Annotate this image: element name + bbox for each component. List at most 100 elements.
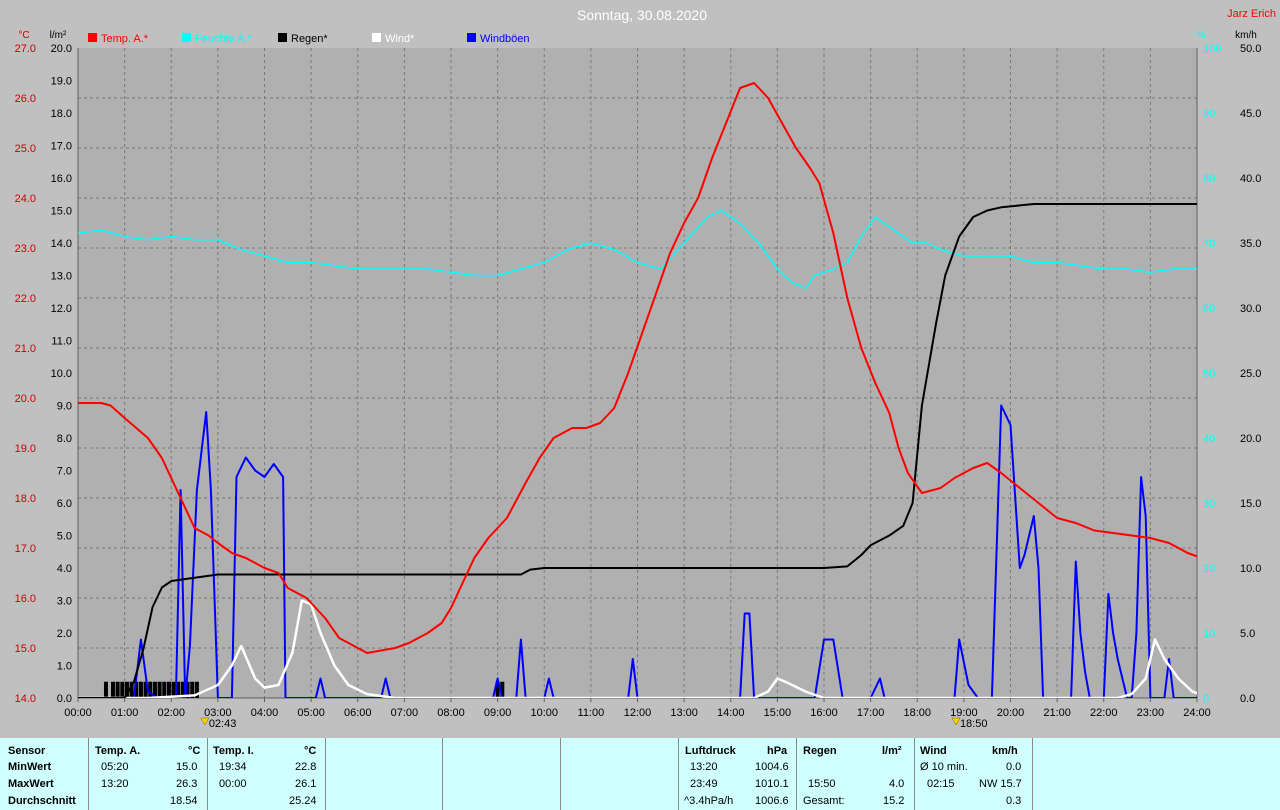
wind-tick-label: 15.0: [1240, 498, 1261, 510]
temp-i-min-value: 22.8: [295, 761, 317, 773]
wind-tick-label: 5.0: [1240, 628, 1255, 640]
legend-swatch: [88, 33, 97, 42]
time-marker-label: 18:50: [960, 718, 988, 730]
rain-tick-label: 4.0: [57, 563, 72, 575]
temp-tick-label: 17.0: [15, 543, 36, 555]
station-name: Jarz Erich: [1227, 8, 1276, 20]
rain-tick-label: 6.0: [57, 498, 72, 510]
rain-tick-label: 0.0: [57, 693, 72, 705]
time-tick-label: 13:00: [670, 707, 698, 719]
wind-tick-label: 40.0: [1240, 173, 1261, 185]
header-pressure: Luftdruck: [685, 745, 736, 757]
temp-tick-label: 16.0: [15, 593, 36, 605]
legend-swatch: [182, 33, 191, 42]
rain-tick-label: 12.0: [51, 303, 72, 315]
header-rain-unit: l/m²: [882, 745, 902, 757]
table-divider: [1032, 738, 1033, 810]
rain-bar: [120, 681, 125, 698]
temp-tick-label: 15.0: [15, 643, 36, 655]
header-pressure-unit: hPa: [767, 745, 788, 757]
table-divider: [796, 738, 797, 810]
temp-tick-label: 14.0: [15, 693, 36, 705]
rain-tick-label: 14.0: [51, 238, 72, 250]
rain-tick-label: 3.0: [57, 596, 72, 608]
row-label-avg: Durchschnitt: [8, 795, 76, 807]
rain-bar: [115, 681, 120, 698]
temp-a-min-time: 05:20: [101, 761, 129, 773]
table-divider: [325, 738, 326, 810]
temp-tick-label: 27.0: [15, 43, 36, 55]
temp-tick-label: 21.0: [15, 343, 36, 355]
pressure-min-time: 13:20: [690, 761, 718, 773]
rain-total: 15.2: [883, 795, 905, 807]
rain-total-label: Gesamt:: [803, 795, 845, 807]
hum-tick-label: 60: [1203, 303, 1215, 315]
rain-tick-label: 5.0: [57, 531, 72, 543]
pressure-min-value: 1004.6: [755, 761, 789, 773]
table-divider: [442, 738, 443, 810]
header-temp-i: Temp. I.: [213, 745, 254, 757]
time-tick-label: 17:00: [857, 707, 885, 719]
table-divider: [560, 738, 561, 810]
header-temp-i-unit: °C: [304, 745, 317, 757]
chart-title: Sonntag, 30.08.2020: [577, 7, 707, 23]
wind-tick-label: 50.0: [1240, 43, 1261, 55]
legend-label: Feuchte A.*: [195, 33, 253, 45]
rain-tick-label: 17.0: [51, 141, 72, 153]
temp-tick-label: 22.0: [15, 293, 36, 305]
rain-bar: [103, 681, 108, 698]
time-tick-label: 01:00: [111, 707, 139, 719]
temp-tick-label: 19.0: [15, 443, 36, 455]
rain-bar: [110, 681, 115, 698]
legend-label: Regen*: [291, 33, 328, 45]
wind-tick-label: 10.0: [1240, 563, 1261, 575]
time-tick-label: 09:00: [484, 707, 512, 719]
time-tick-label: 08:00: [437, 707, 465, 719]
temp-tick-label: 24.0: [15, 193, 36, 205]
hum-tick-label: 0: [1203, 693, 1209, 705]
wind-tick-label: 20.0: [1240, 433, 1261, 445]
temp-tick-label: 26.0: [15, 93, 36, 105]
stats-table: Sensor MinWert MaxWert Durchschnitt Temp…: [0, 738, 1280, 810]
temp-a-min-value: 15.0: [176, 761, 198, 773]
wind-tick-label: 30.0: [1240, 303, 1261, 315]
wind-tick-label: 35.0: [1240, 238, 1261, 250]
temp-i-max-time: 00:00: [219, 778, 247, 790]
rain-tick-label: 16.0: [51, 173, 72, 185]
temp-tick-label: 25.0: [15, 143, 36, 155]
time-tick-label: 07:00: [391, 707, 419, 719]
wind-axis-unit: km/h: [1235, 30, 1257, 41]
time-marker-label: 02:43: [209, 718, 237, 730]
wind-min-value: 0.0: [1006, 761, 1022, 773]
header-wind-unit: km/h: [992, 745, 1018, 757]
temp-tick-label: 18.0: [15, 493, 36, 505]
time-tick-label: 20:00: [997, 707, 1025, 719]
legend-swatch: [467, 33, 476, 42]
rain-bar: [148, 681, 153, 698]
wind-avg: 0.3: [1006, 795, 1022, 807]
hum-tick-label: 40: [1203, 433, 1215, 445]
hum-tick-label: 90: [1203, 108, 1215, 120]
time-tick-label: 18:00: [903, 707, 931, 719]
wind-max-time: 02:15: [927, 778, 955, 790]
time-tick-label: 22:00: [1090, 707, 1118, 719]
wind-tick-label: 25.0: [1240, 368, 1261, 380]
time-tick-label: 05:00: [297, 707, 325, 719]
row-label-min: MinWert: [8, 761, 52, 773]
temp-tick-label: 20.0: [15, 393, 36, 405]
rain-axis-unit: l/m²: [50, 30, 67, 41]
temp-a-max-time: 13:20: [101, 778, 129, 790]
rain-tick-label: 15.0: [51, 206, 72, 218]
rain-tick-label: 9.0: [57, 401, 72, 413]
legend-label: Temp. A.*: [101, 33, 149, 45]
rain-tick-label: 18.0: [51, 108, 72, 120]
rain-tick-label: 13.0: [51, 271, 72, 283]
time-tick-label: 23:00: [1137, 707, 1165, 719]
header-temp-a: Temp. A.: [95, 745, 141, 757]
table-divider: [88, 738, 89, 810]
time-tick-label: 02:00: [157, 707, 185, 719]
wind-tick-label: 0.0: [1240, 693, 1255, 705]
wind-tick-label: 45.0: [1240, 108, 1261, 120]
legend-swatch: [372, 33, 381, 42]
temp-tick-label: 23.0: [15, 243, 36, 255]
